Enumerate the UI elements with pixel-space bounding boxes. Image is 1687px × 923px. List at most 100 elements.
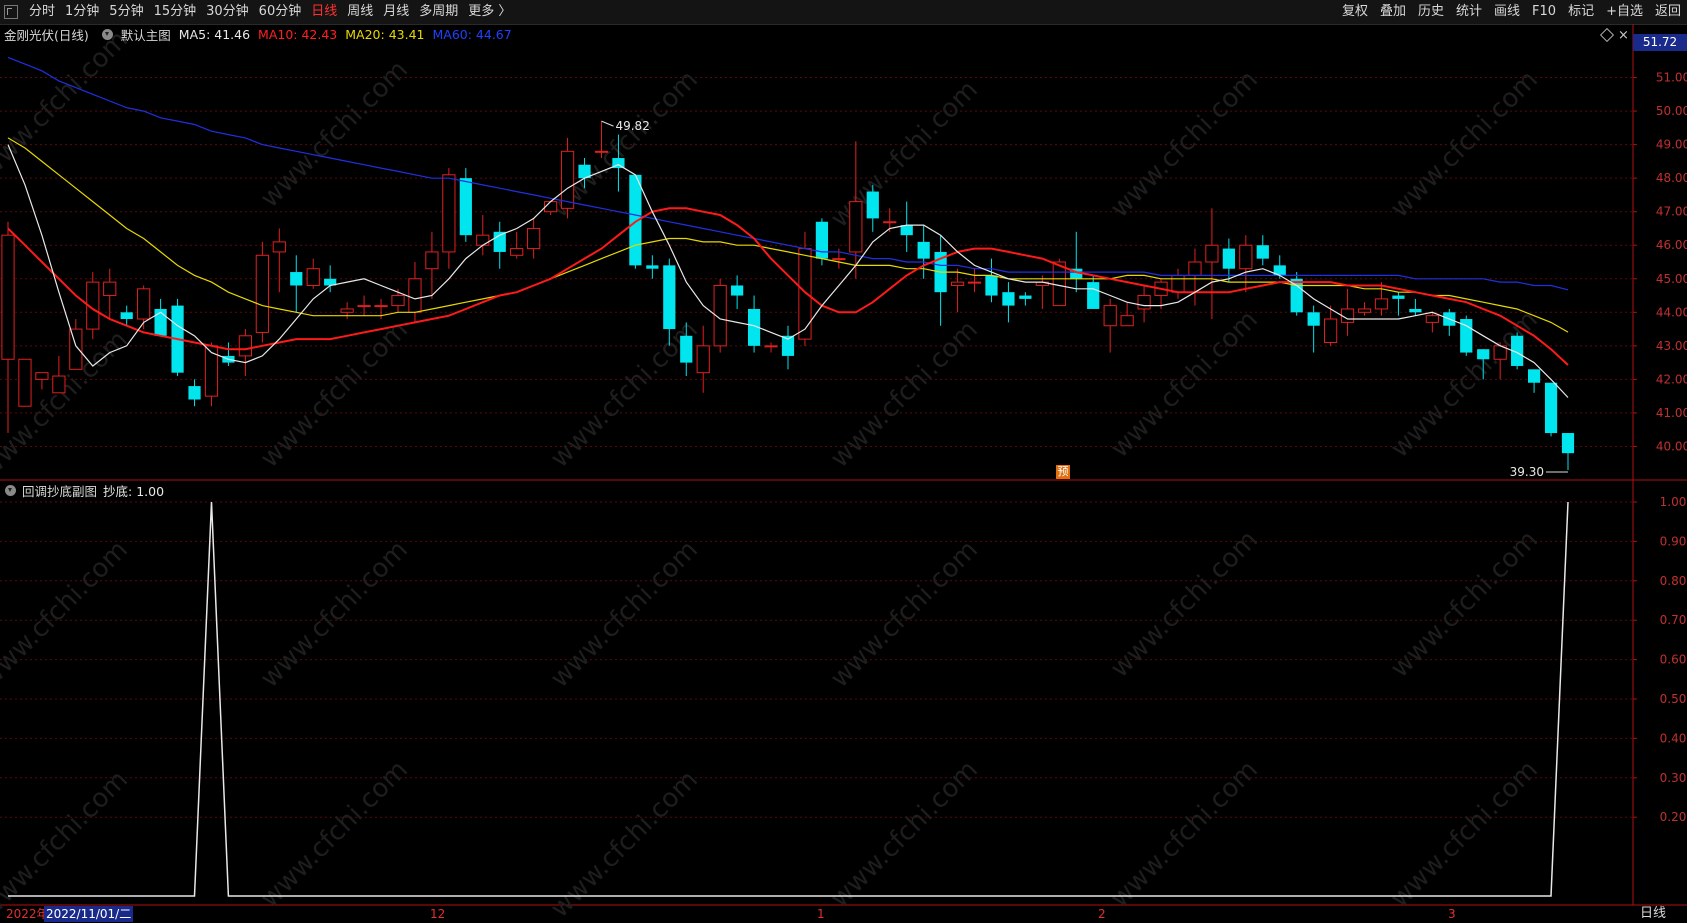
candle-body-down: [1307, 312, 1320, 326]
candle-body-down: [731, 285, 744, 296]
month-label-mar: 3: [1448, 907, 1456, 921]
candle-body-down: [1392, 295, 1405, 299]
current-price-box: 51.72: [1633, 34, 1687, 51]
ma60-line: [7, 56, 1569, 291]
watermark-text: www.cfchi.com: [825, 535, 984, 694]
template-name[interactable]: 默认主图: [121, 25, 171, 44]
candle-body-up: [69, 328, 83, 370]
watermark-text: www.cfchi.com: [825, 755, 984, 914]
price-tick-label: 50.00: [1656, 104, 1687, 118]
candle-body-up: [1239, 244, 1253, 270]
watermark-text: www.cfchi.com: [1385, 755, 1544, 914]
price-tick-label: 48.00: [1656, 171, 1687, 185]
watermark-text: www.cfchi.com: [255, 535, 414, 694]
candle-body-up: [18, 358, 32, 407]
candle-body-up: [849, 201, 863, 253]
candle-body-up: [832, 258, 846, 261]
candle-body-up: [1120, 315, 1134, 327]
forecast-badge[interactable]: 预: [1056, 465, 1070, 479]
watermark-text: www.cfchi.com: [255, 55, 414, 214]
candle-body-down: [1019, 295, 1032, 299]
candle-body-up: [391, 295, 405, 307]
candle-body-down: [1290, 278, 1303, 313]
candle-body-up: [357, 305, 371, 308]
candle-body-up: [560, 150, 575, 209]
indicator-tick-label: 0.30: [1660, 771, 1687, 785]
watermark-text: www.cfchi.com: [0, 535, 134, 694]
candle-body-up: [52, 375, 66, 394]
main-legend: 金刚光伏(日线) 默认主图 MA5: 41.46 MA10: 42.43 MA2…: [0, 24, 520, 44]
price-tick-label: 51.00: [1656, 71, 1687, 85]
candle-body-down: [459, 178, 472, 236]
watermark-text: www.cfchi.com: [825, 75, 984, 234]
watermark-text: www.cfchi.com: [1105, 305, 1264, 464]
candle-body-up: [272, 241, 286, 253]
candle-body-up: [1171, 274, 1185, 293]
candle-body-up: [1205, 244, 1219, 263]
candle-body-down: [646, 265, 659, 269]
watermark-text: www.cfchi.com: [0, 25, 134, 184]
candle-body-down: [290, 272, 303, 286]
candle-body-down: [1002, 292, 1015, 306]
period-indicator[interactable]: 日线: [1640, 906, 1666, 922]
kline-chart[interactable]: 51.00 50.00 49.00 48.00 47.00 46.00 45.00 44.00…: [0, 0, 1687, 923]
candle-body-up: [306, 268, 320, 286]
dropdown-icon[interactable]: [101, 28, 113, 40]
candle-body-down: [1544, 382, 1558, 434]
candle-body-up: [1425, 315, 1439, 323]
candle-body-up: [798, 248, 812, 340]
candle-body-down: [1561, 433, 1575, 454]
candle-body-down: [917, 241, 930, 259]
watermark-text: www.cfchi.com: [255, 755, 414, 914]
candle-body-up: [1103, 305, 1117, 327]
month-label-dec: 12: [430, 907, 446, 921]
indicator-title[interactable]: 回调抄底副图: [22, 481, 97, 500]
candle-body-down: [866, 191, 879, 219]
indicator-tick-label: 1.00: [1660, 495, 1687, 509]
indicator-value: 抄底: 1.00: [103, 483, 165, 499]
indicator-tick-label: 0.90: [1660, 534, 1687, 548]
candle-body-up: [1, 234, 15, 360]
price-tick-label: 42.00: [1656, 372, 1687, 386]
indicator-tick-label: 0.70: [1660, 613, 1687, 627]
candle-body-down: [1527, 369, 1541, 383]
candle-body-down: [663, 265, 676, 330]
month-label-jan: 1: [817, 907, 825, 921]
candle-body-down: [1222, 248, 1235, 269]
watermark-text: www.cfchi.com: [1105, 755, 1264, 914]
watermark-text: www.cfchi.com: [545, 535, 704, 694]
candle-body-up: [137, 288, 151, 320]
indicator-tick-label: 0.40: [1660, 731, 1687, 745]
dropdown-icon[interactable]: [5, 484, 16, 496]
candle-body-up: [1357, 308, 1372, 313]
candle-body-up: [1324, 318, 1338, 343]
candle-body-up: [238, 335, 252, 357]
candle-body-up: [1340, 308, 1355, 323]
candle-body-up: [340, 308, 354, 313]
close-icon[interactable]: ×: [1618, 28, 1629, 43]
watermark-text: www.cfchi.com: [825, 315, 984, 474]
indicator-tick-label: 0.20: [1660, 810, 1687, 824]
price-tick-label: 45.00: [1656, 272, 1687, 286]
candle-body-up: [883, 221, 897, 224]
candle-body-down: [680, 335, 693, 363]
candle-body-up: [103, 281, 117, 297]
candle-body-down: [900, 225, 913, 236]
candle-body-up: [442, 174, 456, 253]
ma20-value: MA20: 43.41: [345, 26, 425, 42]
cursor-date: 2022/11/01/二: [44, 906, 134, 922]
price-tick-label: 40.00: [1656, 439, 1687, 453]
candle-body-down: [985, 275, 998, 296]
candle-body-up: [950, 281, 965, 286]
year-label: 2022年: [6, 907, 49, 921]
price-tick-label: 47.00: [1656, 205, 1687, 219]
indicator-tick-label: 0.60: [1660, 653, 1687, 667]
candle-body-up: [374, 305, 388, 308]
indicator-legend: 回调抄底副图 抄底: 1.00: [0, 480, 170, 500]
watermark-text: www.cfchi.com: [545, 315, 704, 474]
candle-body-down: [815, 221, 829, 259]
candle-body-up: [255, 254, 269, 333]
candle-body-up: [408, 278, 422, 313]
ma10-value: MA10: 42.43: [258, 26, 338, 42]
candle-body-up: [425, 251, 439, 270]
